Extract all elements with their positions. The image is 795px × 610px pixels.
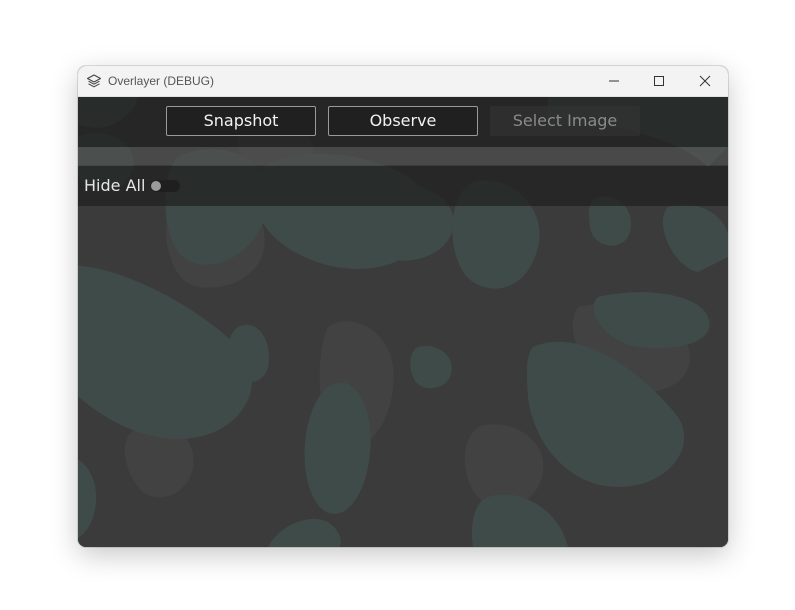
close-icon <box>699 75 711 87</box>
layers-icon <box>86 73 102 89</box>
maximize-button[interactable] <box>636 66 682 96</box>
hide-all-label: Hide All <box>84 176 146 195</box>
hide-all-toggle[interactable] <box>150 180 180 192</box>
divider-strip <box>78 147 728 165</box>
select-image-button[interactable]: Select Image <box>490 106 640 136</box>
hide-all-row: Hide All <box>78 166 728 206</box>
toggle-knob <box>151 181 161 191</box>
maximize-icon <box>653 75 665 87</box>
toolbar: Snapshot Observe Select Image <box>78 97 728 147</box>
app-window: Overlayer (DEBUG) Snapshot Observe Selec… <box>78 66 728 547</box>
minimize-icon <box>608 75 620 87</box>
observe-button[interactable]: Observe <box>328 106 478 136</box>
snapshot-button[interactable]: Snapshot <box>166 106 316 136</box>
minimize-button[interactable] <box>591 66 637 96</box>
overlay-canvas[interactable]: Snapshot Observe Select Image Hide All <box>78 97 728 547</box>
window-title: Overlayer (DEBUG) <box>108 74 215 88</box>
close-button[interactable] <box>682 66 728 96</box>
title-bar[interactable]: Overlayer (DEBUG) <box>78 66 728 97</box>
